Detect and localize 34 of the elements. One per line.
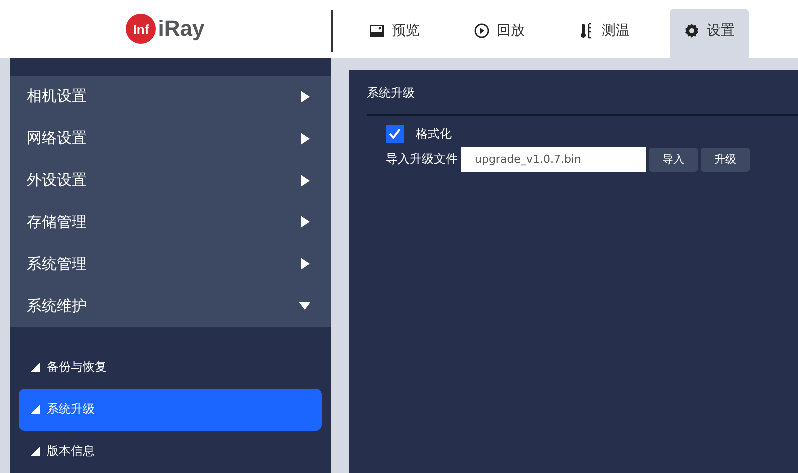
caret-down-icon (299, 300, 311, 312)
menu-item[interactable]: 系统维护 (10, 285, 331, 327)
tab[interactable]: 测温 (565, 9, 644, 58)
menu-item[interactable]: 存储管理 (10, 201, 331, 244)
triangle-icon (31, 405, 40, 414)
menu-item[interactable]: 外设设置 (10, 160, 331, 202)
checkbox[interactable] (386, 125, 404, 143)
menu-item[interactable]: 系统管理 (10, 243, 331, 286)
play-icon (474, 22, 490, 38)
panel-title: 系统升级 (367, 70, 798, 116)
logo-text: iRay (158, 16, 205, 42)
tab[interactable]: 设置 (670, 9, 749, 58)
submenu-item[interactable]: 备份与恢复 (19, 346, 322, 389)
caret-right-icon (299, 216, 311, 228)
logo-mark: Inf (126, 14, 156, 44)
caret-right-icon (299, 90, 311, 103)
caret-right-icon (299, 174, 311, 187)
caret-right-icon (299, 258, 311, 270)
submenu-item[interactable]: 系统升级 (19, 388, 322, 431)
button[interactable]: 导入 (649, 148, 698, 172)
checkbox-label: 格式化 (416, 126, 452, 142)
triangle-icon (31, 447, 40, 456)
submenu-item[interactable]: 版本信息 (19, 430, 322, 473)
file-field[interactable]: upgrade_v1.0.7.bin (461, 147, 646, 172)
menu-item[interactable]: 相机设置 (10, 76, 331, 118)
triangle-icon (31, 363, 40, 372)
field-label: 导入升级文件 (386, 151, 458, 168)
image-icon (369, 22, 385, 38)
settings-icon (684, 22, 700, 38)
button[interactable]: 升级 (701, 148, 750, 172)
tab[interactable]: 回放 (460, 9, 539, 58)
tab[interactable]: 预览 (355, 9, 434, 58)
caret-right-icon (299, 132, 311, 145)
menu-item[interactable]: 网络设置 (10, 118, 331, 160)
